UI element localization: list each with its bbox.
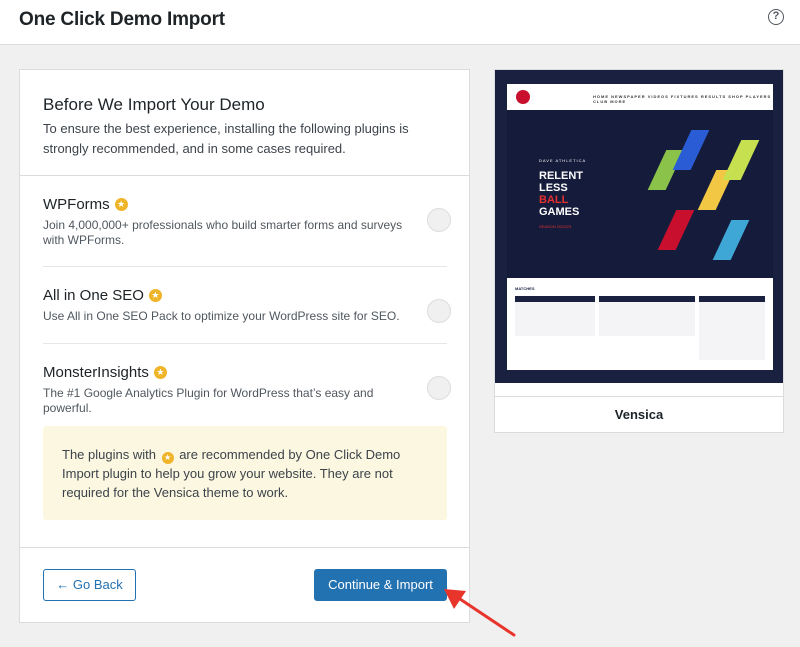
star-icon: ★ [161,452,174,464]
plugin-checkbox-aioseo[interactable] [427,299,451,323]
preview-nav: HOME NEWSPAPER VIDEOS FIXTURES RESULTS S… [593,94,772,104]
red-arrow-annotation [444,589,516,637]
divider [43,343,447,344]
plugin-item-wpforms: WPForms ★ Join 4,000,000+ professionals … [43,196,451,248]
preview-matches-label: MATCHES [515,286,535,291]
plugins-panel: Before We Import Your Demo To ensure the… [19,69,470,623]
top-bar: One Click Demo Import ? [0,0,800,45]
plugin-description: Join 4,000,000+ professionals who build … [43,218,403,247]
plugin-name-label: MonsterInsights [43,364,149,381]
preview-site-header: HOME NEWSPAPER VIDEOS FIXTURES RESULTS S… [507,84,773,110]
star-icon: ★ [148,289,162,302]
preview-hero-text: RELENT LESS BALL GAMES [539,170,583,218]
theme-preview-image: HOME NEWSPAPER VIDEOS FIXTURES RESULTS S… [495,70,783,383]
plugin-description: The #1 Google Analytics Plugin for WordP… [43,386,374,415]
panel-title: Before We Import Your Demo [43,95,265,114]
recommendation-notice: The plugins with ★ are recommended by On… [43,426,447,520]
preview-season: SEASON 2022/23 [539,224,572,229]
notice-text: The plugins with ★ are recommended by On… [62,445,422,502]
plugin-name: WPForms ★ [43,196,447,213]
star-icon: ★ [114,198,128,211]
plugin-name: All in One SEO ★ [43,287,447,304]
page-title: One Click Demo Import [19,9,225,30]
theme-card: HOME NEWSPAPER VIDEOS FIXTURES RESULTS S… [494,69,784,433]
preview-stripe [657,210,695,250]
preview-league-table [699,296,765,360]
hero-line: GAMES [539,206,580,218]
preview-hero-small: DAVE ATHLETICA [539,158,587,163]
preview-stripe [722,140,760,180]
hero-line: RELENT [539,170,583,182]
theme-name: Vensica [495,396,783,432]
plugin-name-label: WPForms [43,196,110,213]
hero-line: BALL [539,194,569,206]
preview-hero: DAVE ATHLETICA RELENT LESS BALL GAMES SE… [507,110,773,278]
go-back-button[interactable]: ← Go Back [43,569,136,601]
hero-line: LESS [539,182,568,194]
star-icon: ★ [153,366,167,379]
panel-header: Before We Import Your Demo To ensure the… [20,70,469,176]
plugin-name: MonsterInsights ★ [43,364,447,381]
preview-match-card [515,296,595,336]
continue-import-button[interactable]: Continue & Import [314,569,447,601]
help-circle-icon[interactable]: ? [768,9,784,25]
divider [43,266,447,267]
preview-content: MATCHES [507,278,773,370]
plugin-checkbox-wpforms[interactable] [427,208,451,232]
plugin-checkbox-monsterinsights[interactable] [427,376,451,400]
plugin-description: Use All in One SEO Pack to optimize your… [43,309,400,323]
preview-stripe [712,220,750,260]
notice-text-before: The plugins with [62,447,156,462]
plugin-item-monsterinsights: MonsterInsights ★ The #1 Google Analytic… [43,364,451,416]
preview-match-card [599,296,695,336]
panel-description: To ensure the best experience, installin… [43,121,409,156]
plugin-name-label: All in One SEO [43,287,144,304]
preview-logo [516,90,530,104]
plugin-item-aioseo: All in One SEO ★ Use All in One SEO Pack… [43,287,451,324]
panel-footer: ← Go Back Continue & Import [20,547,469,623]
